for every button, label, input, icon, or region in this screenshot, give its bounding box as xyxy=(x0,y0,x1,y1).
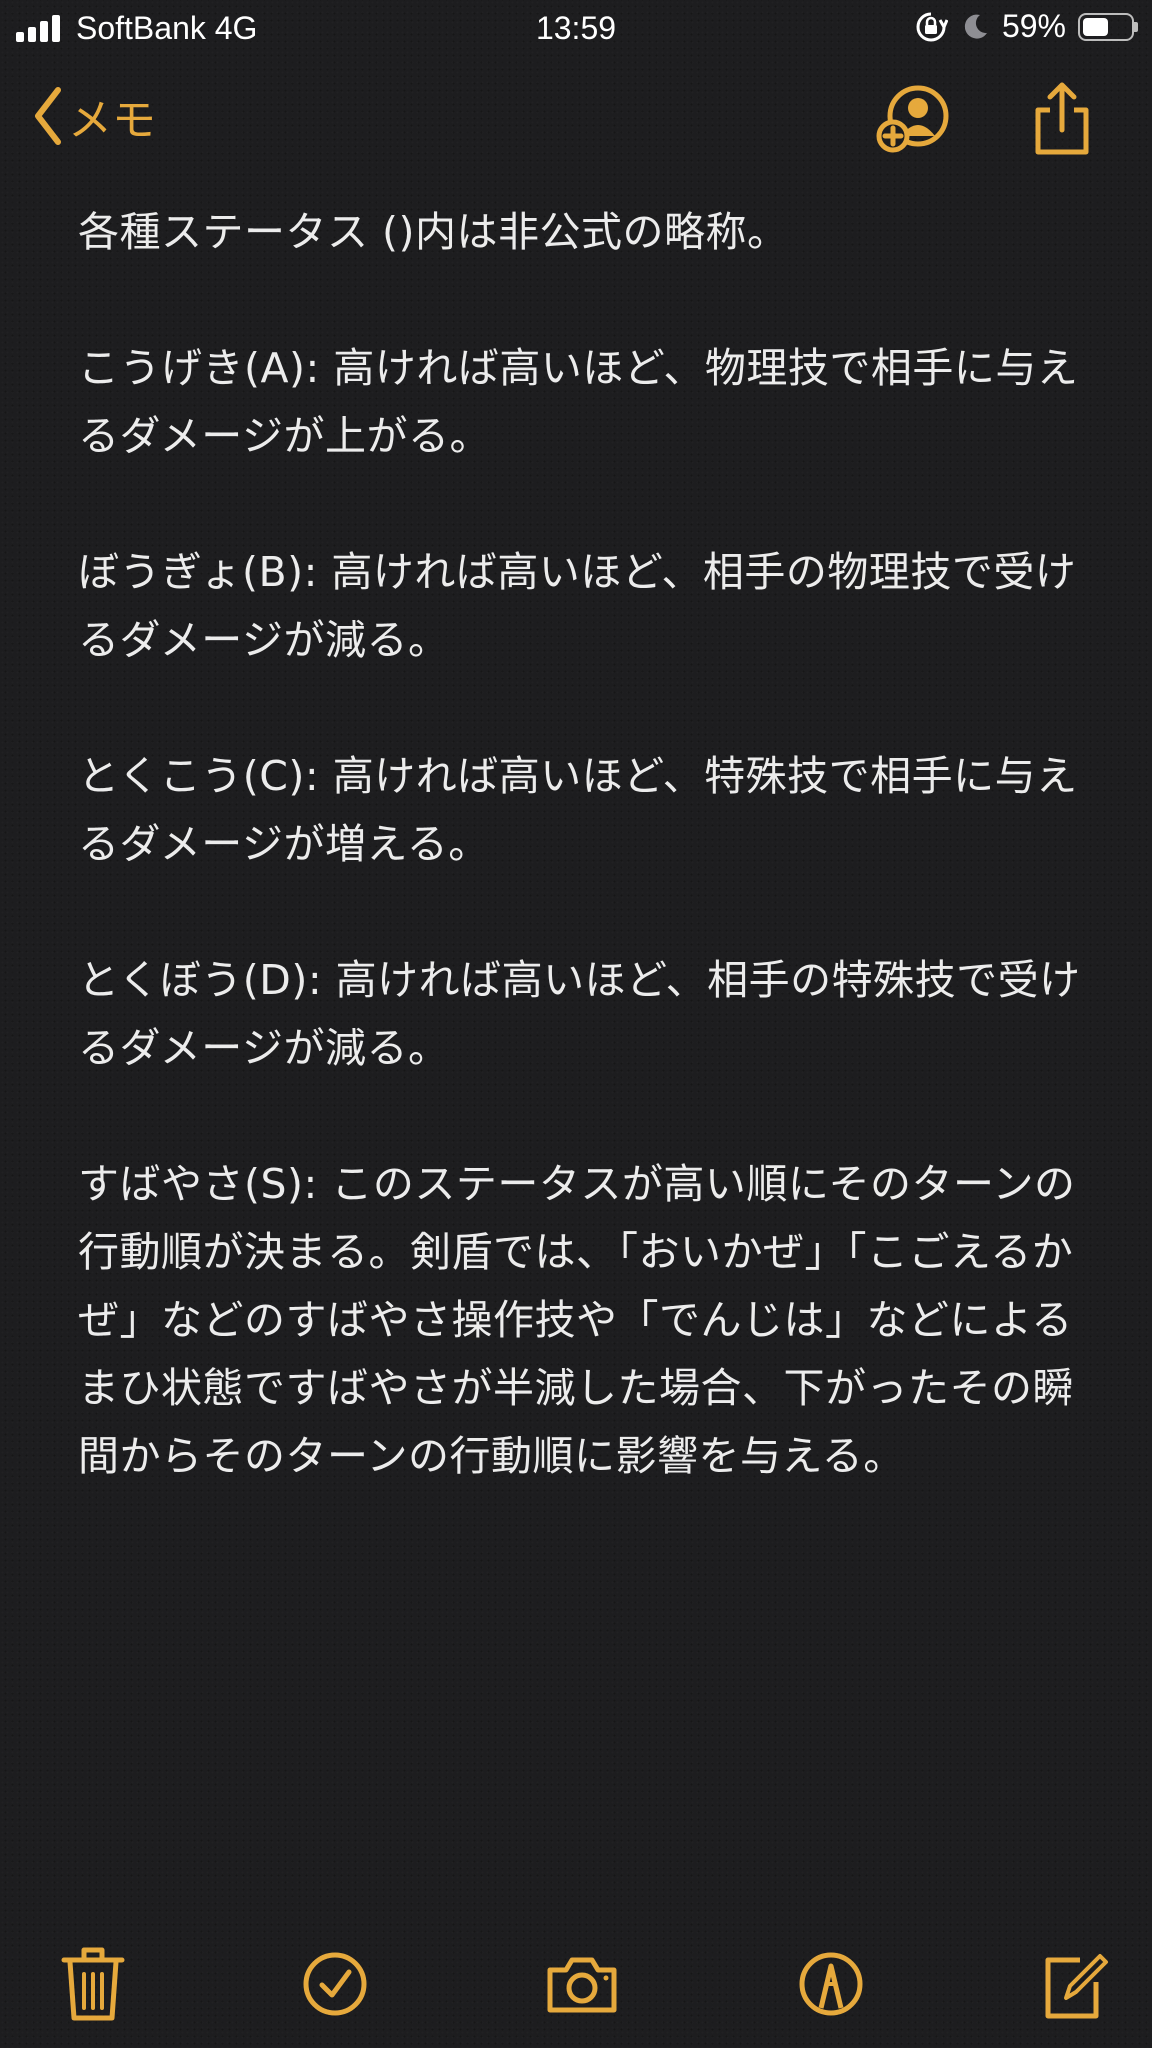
back-button[interactable]: メモ xyxy=(32,84,156,148)
back-button-label: メモ xyxy=(68,95,156,146)
checklist-icon[interactable] xyxy=(300,1944,370,2024)
battery-body xyxy=(1078,12,1134,41)
chevron-left-icon xyxy=(35,87,61,145)
markup-icon[interactable] xyxy=(796,1944,866,2024)
battery-icon xyxy=(1078,12,1138,41)
camera-icon[interactable] xyxy=(544,1944,620,2024)
share-icon[interactable] xyxy=(1030,80,1094,156)
status-right-group: 59% xyxy=(914,8,1138,45)
battery-percent: 59% xyxy=(1001,8,1066,44)
battery-level-fill xyxy=(1083,17,1108,36)
compose-icon[interactable] xyxy=(1040,1944,1110,2024)
navigation-bar: メモ xyxy=(0,70,1152,170)
bottom-toolbar xyxy=(0,1938,1152,2048)
note-body[interactable]: 各種ステータス ()内は非公式の略称。 こうげき(A): 高ければ高いほど、物理… xyxy=(78,198,1088,1490)
add-person-icon[interactable] xyxy=(876,84,956,154)
battery-cap xyxy=(1134,21,1138,32)
orientation-lock-icon xyxy=(916,12,948,41)
moon-icon xyxy=(964,14,987,39)
status-bar: SoftBank 4G 13:59 59% xyxy=(0,0,1152,56)
trash-icon[interactable] xyxy=(60,1944,126,2024)
